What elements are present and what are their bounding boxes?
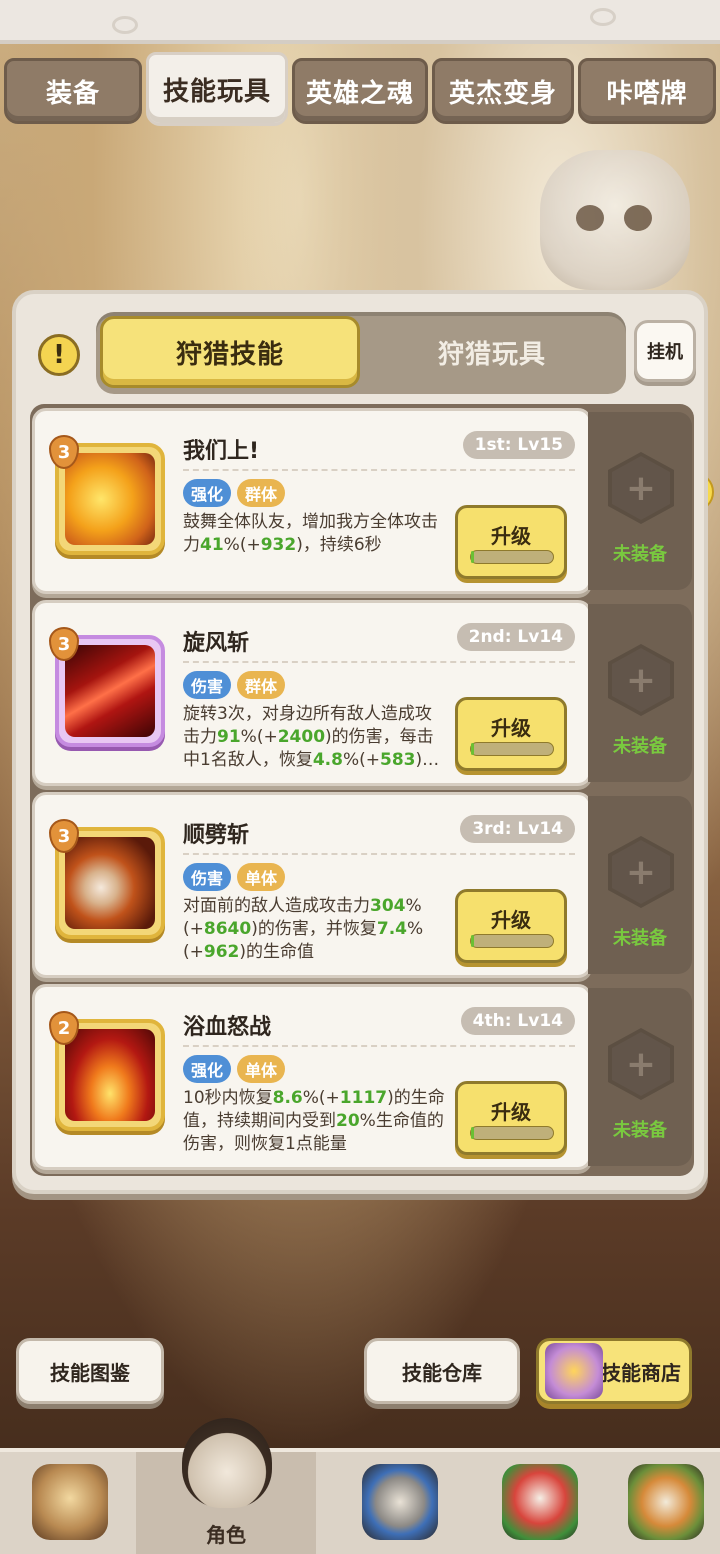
skill-tag: 强化 [183, 479, 232, 507]
segment-hunting-toys[interactable]: 狩猎玩具 [362, 316, 622, 388]
upgrade-progress [470, 934, 554, 948]
nav-item-guild[interactable] [596, 1452, 720, 1554]
top-strip [0, 0, 720, 44]
skill-panel: ! 狩猎技能 狩猎玩具 挂机 3 我们上! 1st: Lv15 强化 群体 鼓舞… [12, 290, 708, 1194]
skill-tag: 伤害 [183, 863, 232, 891]
skull-decoration [540, 150, 690, 290]
tab-skill-toys[interactable]: 技能玩具 [146, 52, 288, 126]
whirlwind-skill-icon [65, 645, 155, 737]
skill-name: 顺劈斩 [183, 823, 250, 848]
skill-rank-badge: 4th: Lv14 [460, 1007, 575, 1035]
divider [183, 853, 575, 855]
skill-codex-button[interactable]: 技能图鉴 [16, 1338, 164, 1404]
skill-name: 浴血怒战 [183, 1015, 272, 1040]
skill-row: 2 浴血怒战 4th: Lv14 强化 单体 10秒内恢复8.6%(+1117)… [32, 984, 692, 1170]
skill-rank-badge: 3rd: Lv14 [460, 815, 575, 843]
upgrade-button[interactable]: 升级 [455, 889, 567, 963]
guild-icon [628, 1464, 704, 1540]
skill-card[interactable]: 3 我们上! 1st: Lv15 强化 群体 鼓舞全体队友，增加我方全体攻击力4… [32, 408, 592, 594]
skill-tag: 群体 [237, 671, 286, 699]
upgrade-progress [470, 550, 554, 564]
skill-name: 我们上! [183, 439, 260, 464]
skill-card[interactable]: 3 顺劈斩 3rd: Lv14 伤害 单体 对面前的敌人造成攻击力304%(+8… [32, 792, 592, 978]
slot-status: 未装备 [613, 1120, 667, 1141]
upgrade-label: 升级 [491, 524, 531, 548]
divider [183, 661, 575, 663]
upgrade-progress [470, 742, 554, 756]
nav-item-weapon[interactable] [330, 1452, 468, 1554]
skill-row: 3 我们上! 1st: Lv15 强化 群体 鼓舞全体队友，增加我方全体攻击力4… [32, 408, 692, 594]
divider [183, 469, 575, 471]
tab-equipment[interactable]: 装备 [4, 58, 142, 124]
add-slot-icon: + [608, 1028, 674, 1100]
skill-row: 3 顺劈斩 3rd: Lv14 伤害 单体 对面前的敌人造成攻击力304%(+8… [32, 792, 692, 978]
weapon-icon [362, 1464, 438, 1540]
equip-slot[interactable]: + 未装备 [588, 796, 692, 974]
skill-card[interactable]: 2 浴血怒战 4th: Lv14 强化 单体 10秒内恢复8.6%(+1117)… [32, 984, 592, 1170]
hero-avatar-icon [182, 1418, 272, 1508]
skill-shop-label: 技能商店 [601, 1360, 681, 1385]
idle-button[interactable]: 挂机 [634, 320, 696, 382]
upgrade-button[interactable]: 升级 [455, 1081, 567, 1155]
slot-status: 未装备 [613, 736, 667, 757]
upgrade-label: 升级 [491, 908, 531, 932]
beast-icon [32, 1464, 108, 1540]
equip-slot[interactable]: + 未装备 [588, 604, 692, 782]
skill-rank-badge: 2nd: Lv14 [456, 623, 575, 651]
skill-shop-button[interactable]: 技能商店 [536, 1338, 692, 1404]
add-slot-icon: + [608, 644, 674, 716]
tab-hero-soul[interactable]: 英雄之魂 [292, 58, 428, 124]
upgrade-label: 升级 [491, 1100, 531, 1124]
skill-card[interactable]: 3 旋风斩 2nd: Lv14 伤害 群体 旋转3次，对身边所有敌人造成攻击力9… [32, 600, 592, 786]
equip-slot[interactable]: + 未装备 [588, 988, 692, 1166]
skill-segment-control: 狩猎技能 狩猎玩具 [96, 312, 626, 394]
divider [183, 1045, 575, 1047]
skill-description: 对面前的敌人造成攻击力304%(+8640)的伤害，并恢复7.4%(+962)的… [183, 896, 424, 962]
upgrade-progress [470, 1126, 554, 1140]
rally-skill-icon [65, 453, 155, 545]
upgrade-label: 升级 [491, 716, 531, 740]
skill-tag: 强化 [183, 1055, 232, 1083]
cleave-skill-icon [65, 837, 155, 929]
skill-name: 旋风斩 [183, 631, 250, 656]
segment-hunting-skills[interactable]: 狩猎技能 [100, 316, 360, 388]
skill-tag: 伤害 [183, 671, 232, 699]
skill-tag: 单体 [237, 1055, 286, 1083]
nav-item-beast[interactable] [0, 1452, 138, 1554]
deco-icon [112, 16, 138, 34]
upgrade-button[interactable]: 升级 [455, 505, 567, 579]
skill-description: 鼓舞全体队友，增加我方全体攻击力41%(+932)，持续6秒 [183, 512, 438, 555]
tab-click-cards[interactable]: 咔嗒牌 [578, 58, 716, 124]
nav-item-pet[interactable] [470, 1452, 608, 1554]
tab-hero-transform[interactable]: 英杰变身 [432, 58, 574, 124]
bloodlust-skill-icon [65, 1029, 155, 1121]
skill-tag: 单体 [237, 863, 286, 891]
deco-icon [590, 8, 616, 26]
pet-icon [502, 1464, 578, 1540]
shop-mascot-icon [545, 1343, 603, 1399]
upgrade-button[interactable]: 升级 [455, 697, 567, 771]
bottom-nav: 角色 [0, 1448, 720, 1554]
slot-status: 未装备 [613, 928, 667, 949]
skill-tag: 群体 [237, 479, 286, 507]
skill-description: 10秒内恢复8.6%(+1117)的生命值，持续期间内受到20%生命值的伤害，则… [183, 1088, 445, 1154]
skill-row: 3 旋风斩 2nd: Lv14 伤害 群体 旋转3次，对身边所有敌人造成攻击力9… [32, 600, 692, 786]
top-tabs: 装备 技能玩具 英雄之魂 英杰变身 咔嗒牌 [0, 52, 720, 126]
skill-warehouse-button[interactable]: 技能仓库 [364, 1338, 520, 1404]
skill-description: 旋转3次，对身边所有敌人造成攻击力91%(+2400)的伤害，每击中1名敌人，恢… [183, 704, 440, 770]
add-slot-icon: + [608, 452, 674, 524]
nav-label-character: 角色 [206, 1523, 246, 1547]
add-slot-icon: + [608, 836, 674, 908]
equip-slot[interactable]: + 未装备 [588, 412, 692, 590]
info-warning-icon[interactable]: ! [38, 334, 80, 376]
slot-status: 未装备 [613, 544, 667, 565]
skill-rank-badge: 1st: Lv15 [462, 431, 575, 459]
